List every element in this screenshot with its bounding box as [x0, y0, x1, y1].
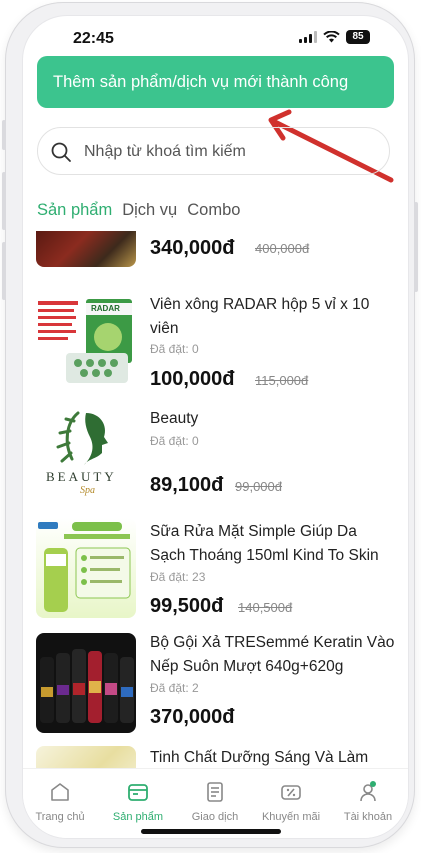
- simple-product-image: [38, 522, 131, 612]
- nav-promotions-label: Khuyến mãi: [261, 811, 321, 823]
- phone-frame: 22:45 85 Thêm sản phẩm/dịch vụ mới thành…: [2, 2, 418, 848]
- volume-up-button: [2, 172, 6, 230]
- home-indicator: [141, 829, 281, 834]
- product-price: 99,500đ: [150, 595, 224, 617]
- status-icons: 85: [299, 30, 370, 44]
- product-title: Viên xông RADAR hộp 5 vỉ x 10 viên: [150, 296, 370, 337]
- receipt-icon: [207, 782, 223, 802]
- product-old-price: 140,500đ: [238, 600, 293, 615]
- nav-products[interactable]: Sản phẩm: [103, 781, 173, 823]
- list-item[interactable]: Sữa Rửa Mặt Simple Giúp Da Sạch Thoáng 1…: [23, 516, 408, 626]
- product-old-price: 400,000đ: [255, 241, 310, 256]
- product-thumbnail: [36, 633, 136, 733]
- nav-transactions[interactable]: Giao dịch: [180, 781, 250, 823]
- wifi-icon: [323, 31, 340, 43]
- product-title: Bộ Gội Xả TRESemmé Keratin Vào Nếp Suôn …: [150, 634, 395, 675]
- radar-product-image: [38, 299, 132, 383]
- account-icon: [360, 781, 376, 802]
- nav-account[interactable]: Tài khoản: [333, 781, 403, 823]
- battery-indicator: 85: [346, 30, 370, 44]
- home-icon: [51, 783, 69, 801]
- signal-icon: [299, 31, 317, 43]
- nav-home-label: Trang chủ: [35, 811, 85, 823]
- success-toast: Thêm sản phẩm/dịch vụ mới thành công: [37, 56, 394, 108]
- product-old-price: 99,000đ: [235, 479, 282, 494]
- mute-switch: [2, 120, 6, 150]
- product-thumbnail: RADAR: [36, 293, 136, 393]
- power-button: [414, 202, 418, 292]
- tab-services[interactable]: Dịch vụ: [122, 201, 177, 220]
- product-price: 340,000đ: [150, 237, 235, 259]
- product-title: Tinh Chất Dưỡng Sáng Và Làm: [150, 749, 369, 766]
- product-icon: [128, 784, 148, 801]
- clock: 22:45: [73, 30, 114, 47]
- product-old-price: 115,000đ: [255, 373, 309, 388]
- product-price: 89,100đ: [150, 474, 224, 496]
- category-tabs: Sản phẩm Dịch vụ Combo: [37, 201, 240, 220]
- list-item[interactable]: 340,000đ 400,000đ: [23, 231, 408, 281]
- nav-home[interactable]: Trang chủ: [25, 781, 95, 823]
- volume-down-button: [2, 242, 6, 300]
- product-title: Sữa Rửa Mặt Simple Giúp Da Sạch Thoáng 1…: [150, 523, 379, 564]
- product-order-count: Đã đặt: 2: [150, 681, 199, 695]
- product-price: 370,000đ: [150, 706, 235, 728]
- product-order-count: Đã đặt: 0: [150, 342, 199, 356]
- radar-box-label: RADAR: [91, 304, 120, 313]
- product-thumbnail: [36, 518, 136, 618]
- tresemme-product-image: [40, 649, 134, 723]
- list-item[interactable]: BEAUTY Spa Beauty Đã đặt: 0 89,100đ 99,0…: [23, 403, 408, 508]
- tab-combo[interactable]: Combo: [187, 201, 240, 220]
- beauty-logo-image: [56, 411, 108, 465]
- tab-products[interactable]: Sản phẩm: [37, 201, 112, 220]
- product-price: 100,000đ: [150, 368, 235, 390]
- nav-account-label: Tài khoản: [343, 811, 393, 823]
- search-bar[interactable]: [37, 127, 390, 175]
- product-thumbnail: [36, 231, 136, 267]
- beauty-logo-text: BEAUTY: [46, 469, 117, 484]
- status-bar: 22:45 85: [23, 16, 408, 60]
- product-title: Beauty: [150, 410, 199, 427]
- product-order-count: Đã đặt: 23: [150, 570, 206, 584]
- list-item[interactable]: Bộ Gội Xả TRESemmé Keratin Vào Nếp Suôn …: [23, 631, 408, 736]
- nav-promotions[interactable]: Khuyến mãi: [256, 781, 326, 823]
- search-input[interactable]: [82, 139, 376, 165]
- screen: 22:45 85 Thêm sản phẩm/dịch vụ mới thành…: [23, 16, 408, 838]
- search-icon: [51, 142, 71, 162]
- beauty-logo-subtext: Spa: [80, 485, 95, 496]
- product-order-count: Đã đặt: 0: [150, 434, 199, 448]
- list-item[interactable]: RADAR Viên xông RADAR hộp 5 vỉ x 10 viên…: [23, 289, 408, 394]
- bottom-navigation: Trang chủ Sản phẩm Giao dịch Khuyến mãi …: [23, 768, 408, 838]
- nav-products-label: Sản phẩm: [112, 811, 164, 823]
- nav-transactions-label: Giao dịch: [191, 811, 239, 823]
- product-thumbnail: BEAUTY Spa: [36, 403, 136, 503]
- discount-icon: [281, 785, 301, 800]
- product-list[interactable]: 340,000đ 400,000đ RADAR Viên xông RADAR …: [23, 231, 408, 771]
